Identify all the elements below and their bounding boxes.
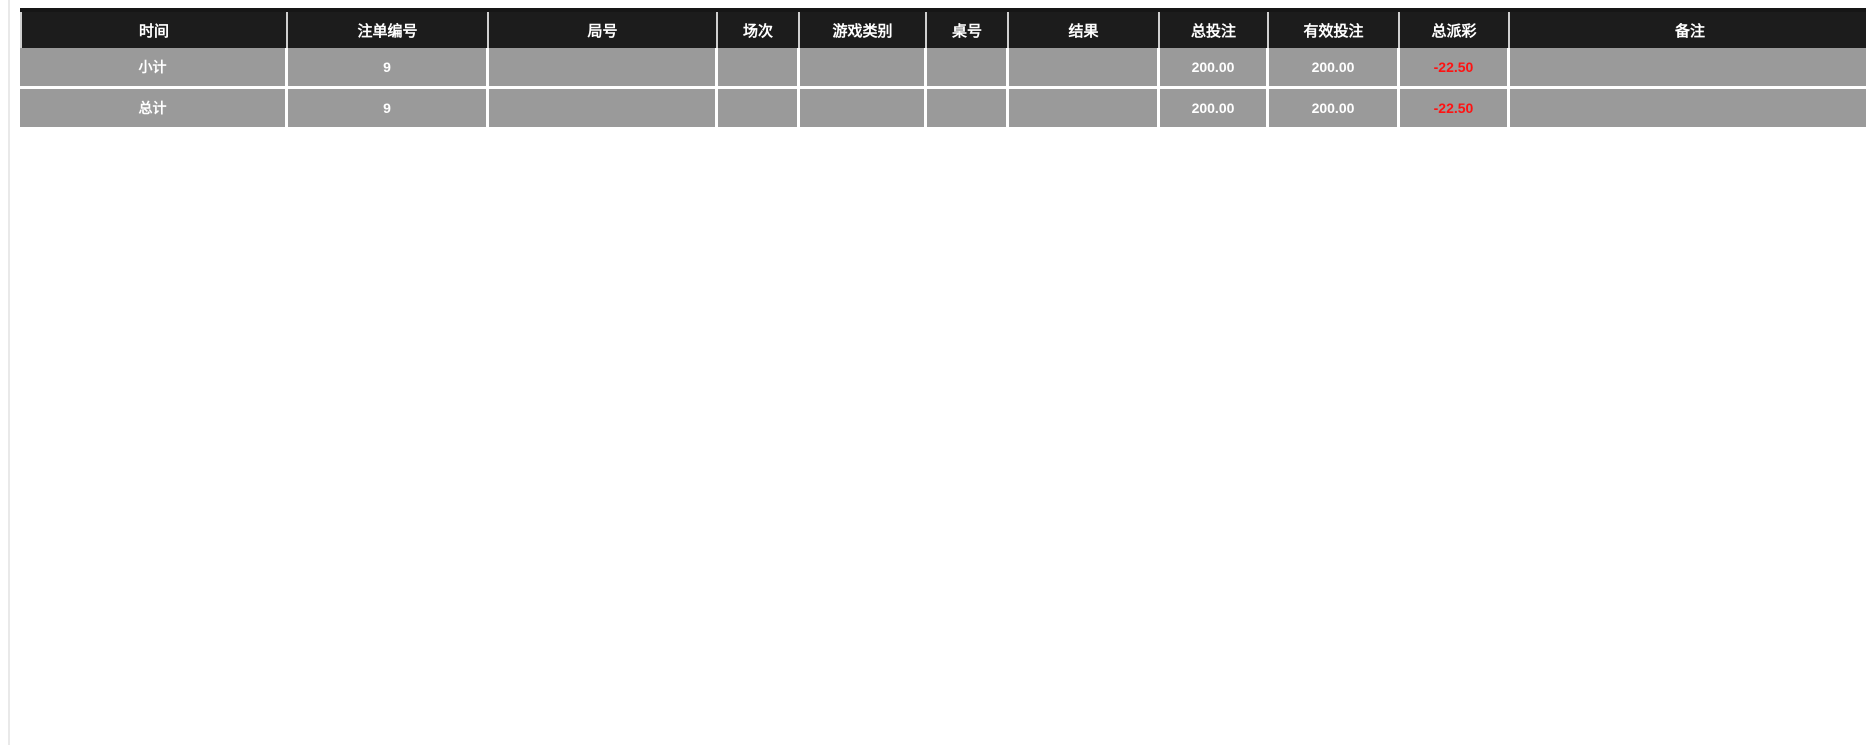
subtotal-valid-bet: 200.00 xyxy=(1269,48,1400,89)
col-header-payout: 总派彩 xyxy=(1400,12,1510,48)
subtotal-empty-cell xyxy=(718,48,800,89)
col-header-session: 场次 xyxy=(718,12,800,48)
col-header-round-no: 局号 xyxy=(489,12,718,48)
bet-records-panel: 时间 注单编号 局号 场次 游戏类别 桌号 结果 总投注 有效投注 总派彩 备注… xyxy=(20,8,1866,130)
bet-records-table: 时间 注单编号 局号 场次 游戏类别 桌号 结果 总投注 有效投注 总派彩 备注… xyxy=(20,8,1866,130)
total-empty-cell xyxy=(718,89,800,130)
subtotal-empty-cell xyxy=(1510,48,1866,89)
total-total-bet: 200.00 xyxy=(1160,89,1269,130)
subtotal-empty-cell xyxy=(927,48,1009,89)
subtotal-row: 小计 9 200.00 200.00 -22.50 xyxy=(20,48,1866,89)
total-count: 9 xyxy=(288,89,489,130)
subtotal-payout: -22.50 xyxy=(1400,48,1510,89)
total-empty-cell xyxy=(800,89,927,130)
total-row: 总计 9 200.00 200.00 -22.50 xyxy=(20,89,1866,130)
total-empty-cell xyxy=(1009,89,1160,130)
page-left-edge xyxy=(8,0,10,745)
total-label: 总计 xyxy=(20,89,288,130)
total-valid-bet: 200.00 xyxy=(1269,89,1400,130)
total-empty-cell xyxy=(489,89,718,130)
total-payout: -22.50 xyxy=(1400,89,1510,130)
col-header-result: 结果 xyxy=(1009,12,1160,48)
subtotal-count: 9 xyxy=(288,48,489,89)
subtotal-empty-cell xyxy=(489,48,718,89)
col-header-time: 时间 xyxy=(20,12,288,48)
total-empty-cell xyxy=(927,89,1009,130)
subtotal-total-bet: 200.00 xyxy=(1160,48,1269,89)
total-empty-cell xyxy=(1510,89,1866,130)
col-header-order-no: 注单编号 xyxy=(288,12,489,48)
col-header-remark: 备注 xyxy=(1510,12,1866,48)
col-header-valid-bet: 有效投注 xyxy=(1269,12,1400,48)
subtotal-empty-cell xyxy=(800,48,927,89)
subtotal-empty-cell xyxy=(1009,48,1160,89)
subtotal-label: 小计 xyxy=(20,48,288,89)
table-header-row: 时间 注单编号 局号 场次 游戏类别 桌号 结果 总投注 有效投注 总派彩 备注 xyxy=(20,12,1866,48)
col-header-table-no: 桌号 xyxy=(927,12,1009,48)
col-header-total-bet: 总投注 xyxy=(1160,12,1269,48)
col-header-game-type: 游戏类别 xyxy=(800,12,927,48)
